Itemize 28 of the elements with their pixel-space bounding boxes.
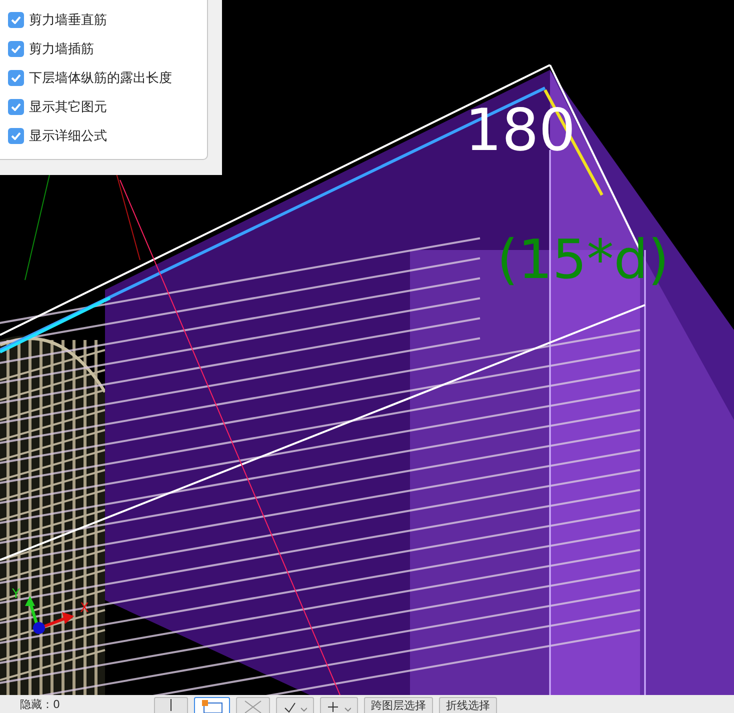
select-mode-button[interactable]: 折线选择 (439, 697, 497, 713)
checkbox[interactable] (8, 128, 24, 144)
check-icon (11, 16, 21, 24)
option-label: 剪力墙插筋 (29, 41, 94, 58)
checkbox[interactable] (8, 41, 24, 57)
option-label: 显示详细公式 (29, 128, 107, 145)
tool-button[interactable] (194, 697, 230, 713)
checkbox[interactable] (8, 70, 24, 86)
checkbox[interactable] (8, 12, 24, 28)
check-icon (11, 74, 21, 82)
hidden-count: 隐藏：0 (20, 697, 61, 712)
select-mode-button[interactable]: 跨图层选择 (364, 697, 433, 713)
check-icon (11, 132, 21, 140)
line-icon (169, 699, 173, 711)
tool-button[interactable] (320, 697, 358, 713)
tool-button[interactable] (276, 697, 314, 713)
check-icon (11, 103, 21, 111)
axis-gizmo-icon (25, 596, 74, 634)
option-label: 下层墙体纵筋的露出长度 (29, 70, 172, 87)
rectangle-select-icon (201, 699, 223, 713)
dimension-value: 180 (465, 96, 576, 164)
cross-icon (243, 699, 263, 713)
option-label: 显示其它图元 (29, 99, 107, 116)
check-icon (11, 45, 21, 53)
option-label: 剪力墙垂直筋 (29, 12, 107, 29)
tool-button[interactable] (154, 697, 188, 713)
checkbox[interactable] (8, 99, 24, 115)
plus-icon (327, 699, 351, 713)
